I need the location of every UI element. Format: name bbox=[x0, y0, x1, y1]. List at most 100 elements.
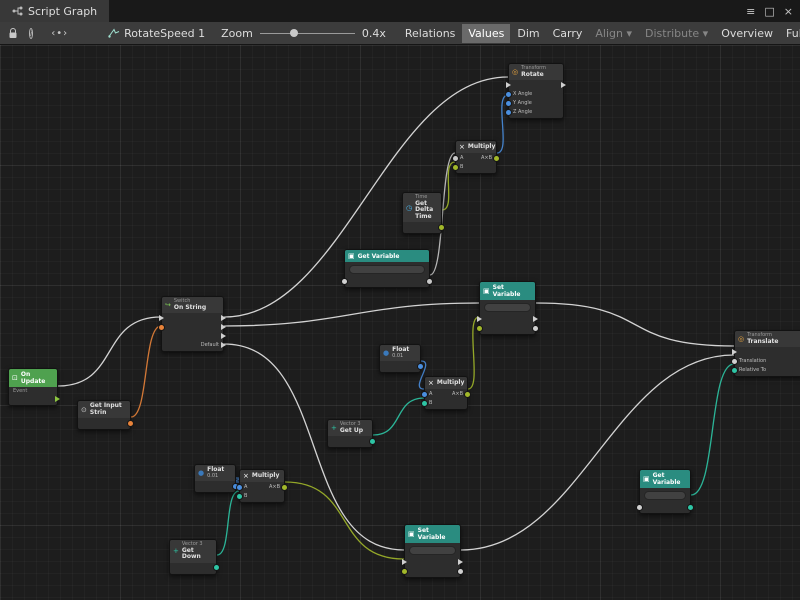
node-get-down[interactable]: +Vector 3Get Down bbox=[169, 539, 217, 575]
value-port[interactable]: X Angle bbox=[506, 91, 532, 97]
node-switch-on-string[interactable]: ↪SwitchOn StringDefault bbox=[161, 296, 224, 352]
flow-port[interactable] bbox=[506, 82, 513, 88]
value-port[interactable] bbox=[477, 325, 484, 331]
node-translate[interactable]: ◎TransformTranslateTranslationRelative T… bbox=[734, 330, 800, 377]
toolbar-button-distribute[interactable]: Distribute ▾ bbox=[639, 24, 714, 43]
value-port[interactable] bbox=[437, 224, 444, 230]
flow-port[interactable] bbox=[402, 559, 409, 565]
node-title: On Update bbox=[21, 371, 54, 385]
toolbar-button-align[interactable]: Align ▾ bbox=[589, 24, 638, 43]
node-multiply-mid[interactable]: ×MultiplyABA×B bbox=[424, 376, 468, 410]
node-ports bbox=[195, 481, 235, 492]
value-port[interactable]: A×B bbox=[269, 484, 287, 490]
graph-reference[interactable]: RotateSpeed 1 bbox=[108, 27, 205, 40]
value-port[interactable] bbox=[212, 565, 219, 571]
port-dot bbox=[494, 156, 499, 161]
zoom-slider[interactable] bbox=[260, 28, 355, 38]
node-header: ▣Set Variable bbox=[405, 525, 460, 543]
tab-script-graph[interactable]: Script Graph bbox=[0, 0, 109, 22]
flow-port[interactable] bbox=[531, 316, 538, 322]
flow-port[interactable] bbox=[219, 315, 226, 321]
value-port[interactable]: Z Angle bbox=[506, 109, 532, 115]
node-ports: Default bbox=[162, 313, 223, 351]
window-maximize-icon[interactable]: □ bbox=[764, 5, 774, 18]
variable-name-field[interactable] bbox=[349, 265, 425, 274]
node-multiply-top[interactable]: ×MultiplyABA×B bbox=[455, 140, 497, 174]
node-ports bbox=[78, 418, 130, 429]
node-float-low[interactable]: ●Float0.01 bbox=[194, 464, 236, 493]
toolbar-button-relations[interactable]: Relations bbox=[399, 24, 462, 43]
value-port[interactable]: Translation bbox=[732, 358, 766, 364]
node-get-up[interactable]: +Vector 3Get Up bbox=[327, 419, 373, 448]
value-port[interactable]: B bbox=[453, 164, 463, 170]
port-dot bbox=[732, 349, 737, 355]
flow-port[interactable] bbox=[219, 324, 226, 330]
value-port[interactable]: A×B bbox=[452, 391, 470, 397]
node-rotate[interactable]: ◎TransformRotateX AngleY AngleZ Angle bbox=[508, 63, 564, 119]
value-port[interactable] bbox=[425, 278, 432, 284]
node-multiply-low[interactable]: ×MultiplyABA×B bbox=[239, 469, 285, 503]
node-on-update[interactable]: ⊡On UpdateEvent bbox=[8, 368, 58, 406]
toolbar-button-carry[interactable]: Carry bbox=[547, 24, 589, 43]
value-port[interactable]: A bbox=[422, 391, 432, 397]
value-port[interactable] bbox=[456, 568, 463, 574]
node-get-variable-mid[interactable]: ▣Get Variable bbox=[344, 249, 430, 288]
value-port[interactable] bbox=[531, 325, 538, 331]
toolbar-button-dim[interactable]: Dim bbox=[511, 24, 545, 43]
port-dot bbox=[533, 316, 538, 322]
value-port[interactable] bbox=[416, 363, 423, 369]
variable-name-field[interactable] bbox=[484, 303, 531, 312]
flow-port[interactable] bbox=[732, 349, 739, 355]
value-port[interactable]: A bbox=[453, 155, 463, 161]
graph-canvas[interactable]: ⊡On UpdateEvent ⊙Get Input Strin ↪SwitchOn… bbox=[0, 45, 800, 600]
flow-port[interactable] bbox=[559, 82, 566, 88]
node-ports: AB A×B bbox=[240, 482, 284, 502]
flow-port[interactable] bbox=[159, 315, 166, 321]
node-get-variable-right[interactable]: ▣Get Variable bbox=[639, 469, 691, 514]
flow-port[interactable] bbox=[219, 333, 226, 339]
value-port[interactable] bbox=[342, 278, 349, 284]
flow-port[interactable]: Default bbox=[201, 342, 226, 348]
value-port[interactable] bbox=[686, 504, 693, 510]
zoom-slider-thumb[interactable] bbox=[290, 29, 298, 37]
node-set-variable-mid[interactable]: ▣Set Variable bbox=[479, 281, 536, 335]
node-get-input-string[interactable]: ⊙Get Input Strin bbox=[77, 400, 131, 430]
node-set-variable-bottom[interactable]: ▣Set Variable bbox=[404, 524, 461, 578]
node-ports bbox=[480, 314, 535, 334]
toolbar-button-values[interactable]: Values bbox=[462, 24, 510, 43]
window-menu-icon[interactable]: ≡ bbox=[746, 5, 755, 18]
toolbar-button-full-screen[interactable]: Full Screen bbox=[780, 24, 800, 43]
value-port[interactable] bbox=[637, 504, 644, 510]
value-port[interactable] bbox=[402, 568, 409, 574]
window-close-icon[interactable]: × bbox=[784, 5, 793, 18]
float-icon: ● bbox=[383, 349, 389, 357]
output-ports bbox=[212, 565, 219, 571]
info-icon[interactable]: i bbox=[29, 28, 33, 39]
value-port[interactable]: A×B bbox=[481, 155, 499, 161]
node-ports: Translation Relative To bbox=[735, 347, 800, 376]
tab-title: Script Graph bbox=[28, 5, 97, 18]
value-port[interactable] bbox=[368, 438, 375, 444]
vector3-icon: + bbox=[173, 547, 179, 555]
variable-name-field[interactable] bbox=[409, 546, 456, 555]
value-port[interactable]: Y Angle bbox=[506, 100, 532, 106]
toolbar-button-overview[interactable]: Overview bbox=[715, 24, 779, 43]
value-port[interactable] bbox=[159, 324, 166, 330]
node-header: ●Float0.01 bbox=[380, 345, 420, 361]
value-port[interactable]: B bbox=[422, 400, 432, 406]
value-port[interactable]: Relative To bbox=[732, 367, 766, 373]
port-dot bbox=[422, 401, 427, 406]
value-port[interactable] bbox=[126, 420, 133, 426]
port-dot bbox=[477, 326, 482, 331]
flow-port[interactable] bbox=[53, 396, 60, 402]
node-float-mid[interactable]: ●Float0.01 bbox=[379, 344, 421, 373]
lock-icon[interactable] bbox=[8, 28, 18, 39]
node-get-delta-time[interactable]: ◷TimeGet Delta Time bbox=[402, 192, 442, 234]
variable-name-field[interactable] bbox=[644, 491, 686, 500]
flow-port[interactable] bbox=[456, 559, 463, 565]
zoom-to-fit-icon[interactable]: ‹•› bbox=[51, 28, 68, 39]
port-dot bbox=[439, 225, 444, 230]
flow-port[interactable] bbox=[477, 316, 484, 322]
value-port[interactable]: B bbox=[237, 493, 247, 499]
value-port[interactable]: A bbox=[237, 484, 247, 490]
